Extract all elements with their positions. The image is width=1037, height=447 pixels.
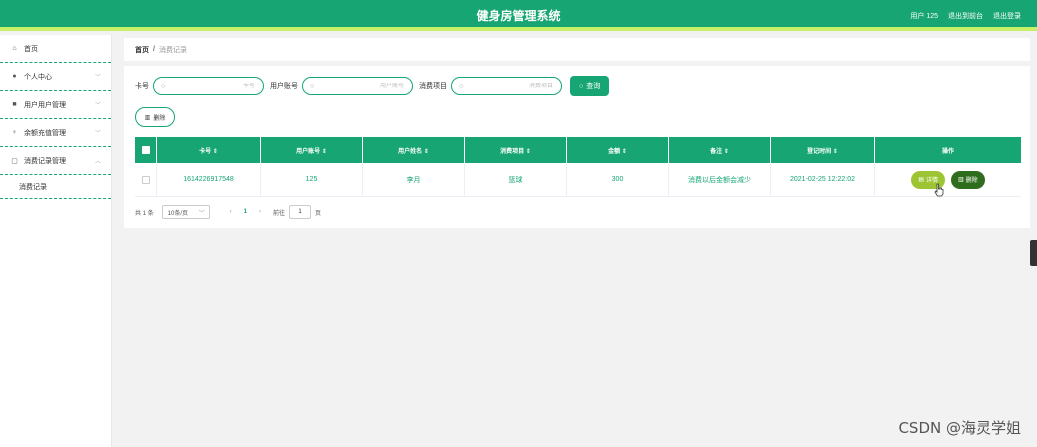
user-icon: ● [12,73,17,80]
sidebar-item-profile[interactable]: ● 个人中心 ﹀ [0,63,111,91]
cell-actions: ▤ 详情 ▥ 删除 [875,163,1021,196]
row-checkbox[interactable] [141,175,150,184]
header-name[interactable]: 用户姓名 ⇕ [363,137,465,163]
batch-delete-label: 删除 [153,115,166,122]
cell-note: 消费以后金额会减少 [669,163,771,196]
next-page-button[interactable]: › [259,209,261,215]
chevron-down-icon: ﹀ [94,75,101,81]
table-row: 1614226917548 125 李月 篮球 300 消费以后金额会减少 20… [135,163,1021,197]
box-icon: ▢ [11,157,18,165]
watermark: CSDN @海灵学姐 [898,419,1021,437]
sidebar-item-label: 用户用户管理 [24,101,66,109]
cell-card: 1614226917548 [157,163,261,196]
sidebar-item-label: 首页 [24,45,38,53]
search-icon: ○ [310,82,315,90]
cell-time: 2021-02-25 12:22:02 [771,163,875,196]
sidebar-item-home[interactable]: ⌂ 首页 [0,35,111,63]
sidebar-item-recharge[interactable]: ♀ 余额充值管理 ﹀ [0,119,111,147]
sidebar: ⌂ 首页 ● 个人中心 ﹀ ■ 用户用户管理 ﹀ ♀ 余额充值管理 ﹀ ▢ 消费… [0,35,112,447]
pager-total: 共 1 条 [135,210,154,217]
search-icon: ○ [161,82,166,90]
table-header: 卡号 ⇕ 用户账号 ⇕ 用户姓名 ⇕ 消费项目 ⇕ 金额 ⇕ 备注 ⇕ 登记时间… [135,137,1021,163]
pagination: 共 1 条 10条/页 ﹀ ‹ 1 › 前往 1 页 [135,205,321,219]
sidebar-item-label: 消费记录管理 [24,157,66,165]
header-amount[interactable]: 金额 ⇕ [567,137,669,163]
users-icon: ■ [12,101,17,108]
logout-link[interactable]: 退出登录 [993,11,1021,21]
sidebar-item-users[interactable]: ■ 用户用户管理 ﹀ [0,91,111,119]
card-search-field[interactable]: ○ [153,77,264,95]
account-search-field[interactable]: ○ [302,77,413,95]
header-actions: 操作 [941,148,954,155]
query-button-label: 查询 [586,83,601,90]
page-suffix: 页 [315,210,322,217]
row-select-cell [135,163,157,196]
header-actions: 用户 125 退出到前台 退出登录 [910,11,1021,21]
home-icon: ⌂ [12,45,17,52]
breadcrumb-separator: / [153,46,155,53]
item-search-field[interactable]: ○ [451,77,562,95]
goto-label: 前往 [273,210,286,217]
select-all-checkbox[interactable] [141,146,150,154]
page-size-value: 10条/页 [167,210,189,217]
header-note[interactable]: 备注 ⇕ [669,137,771,163]
app-header: 健身房管理系统 用户 125 退出到前台 退出登录 [0,0,1037,31]
sidebar-item-consumption[interactable]: ▢ 消费记录管理 ︿ [0,147,111,175]
query-button[interactable]: ○ 查询 [570,76,610,96]
chevron-down-icon: ﹀ [198,210,205,217]
app-title: 健身房管理系统 [476,9,561,23]
breadcrumb-current: 消费记录 [158,46,187,54]
records-table: 卡号 ⇕ 用户账号 ⇕ 用户姓名 ⇕ 消费项目 ⇕ 金额 ⇕ 备注 ⇕ 登记时间… [135,137,1021,197]
delete-button-label: 删除 [965,178,978,184]
delete-button[interactable]: ▥ 删除 [951,170,985,189]
chevron-down-icon: ﹀ [94,103,101,109]
header-item[interactable]: 消费项目 ⇕ [465,137,567,163]
current-user: 用户 125 [910,13,938,20]
card-label: 卡号 [135,83,149,90]
page-size-select[interactable]: 10条/页 ﹀ [161,205,210,219]
batch-delete-button[interactable]: ▥ 删除 [135,107,175,127]
breadcrumb-home[interactable]: 首页 [135,45,149,55]
header-time[interactable]: 登记时间 ⇕ [771,137,875,163]
side-scroll-handle[interactable] [1030,240,1037,266]
cell-account: 125 [261,163,363,196]
prev-page-button[interactable]: ‹ [230,209,232,215]
trash-icon: ▥ [144,114,151,121]
search-icon: ○ [579,82,584,90]
hand-pointer-icon [934,183,944,197]
cell-amount: 300 [567,163,669,196]
cell-item: 篮球 [465,163,567,196]
search-icon: ○ [459,82,464,90]
item-label: 消费项目 [419,83,447,90]
account-input[interactable] [318,83,404,89]
sidebar-item-label: 余额充值管理 [24,129,66,137]
trash-icon: ▥ [958,177,964,183]
goto-page-input[interactable]: 1 [289,205,312,219]
sidebar-subitem-records[interactable]: 消费记录 [0,175,111,199]
cell-name: 李月 [363,163,465,196]
chevron-up-icon: ︿ [94,159,101,165]
sidebar-item-label: 个人中心 [24,73,52,81]
card-input[interactable] [169,83,255,89]
chevron-down-icon: ﹀ [94,131,101,137]
account-label: 用户账号 [270,83,298,90]
mic-icon: ♀ [11,129,18,136]
item-input[interactable] [467,83,553,89]
page-number-current[interactable]: 1 [244,209,247,215]
header-account[interactable]: 用户账号 ⇕ [261,137,363,163]
search-form: 卡号 ○ 用户账号 ○ 消费项目 ○ ○ 查询 [135,76,610,96]
main-panel: 卡号 ○ 用户账号 ○ 消费项目 ○ ○ 查询 ▥ 删除 卡号 ⇕ 用户账号 ⇕… [124,66,1030,228]
breadcrumb: 首页 / 消费记录 [124,38,1030,61]
exit-front-link[interactable]: 退出到前台 [948,11,983,21]
select-all-cell [135,137,157,163]
header-card[interactable]: 卡号 ⇕ [157,137,261,163]
detail-icon: ▤ [918,177,924,183]
